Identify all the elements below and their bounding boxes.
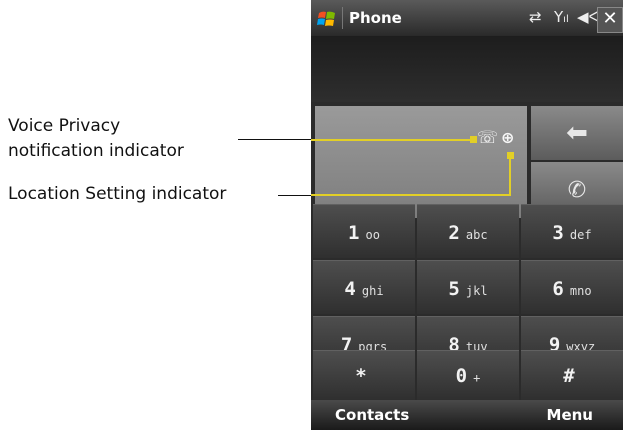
voice-privacy-callout-line1: Voice Privacy bbox=[8, 116, 121, 136]
key-6[interactable]: 6 mno bbox=[521, 260, 623, 314]
key-0[interactable]: 0 + bbox=[417, 350, 519, 400]
location-setting-leader-line bbox=[278, 195, 311, 196]
dial-display-panel bbox=[315, 106, 527, 218]
backspace-button[interactable]: ⬅ bbox=[531, 106, 623, 160]
key-3[interactable]: 3 def bbox=[521, 204, 623, 258]
app-title: Phone bbox=[349, 9, 402, 27]
location-highlight-line-horizontal bbox=[311, 194, 511, 196]
contacts-softkey[interactable]: Contacts bbox=[335, 406, 409, 424]
voice-privacy-highlight-line bbox=[311, 139, 472, 141]
key-2[interactable]: 2 abc bbox=[417, 204, 519, 258]
backspace-arrow-icon: ⬅ bbox=[566, 118, 588, 148]
key-hash[interactable]: # bbox=[521, 350, 623, 400]
key-4[interactable]: 4 ghi bbox=[313, 260, 415, 314]
voice-privacy-callout-line2: notification indicator bbox=[8, 141, 184, 161]
voice-privacy-leader-line bbox=[238, 139, 311, 140]
title-bar: Phone ⇄ Yıl ◀ᐸ ✕ bbox=[311, 0, 623, 36]
key-star[interactable]: * bbox=[313, 350, 415, 400]
location-setting-icon: ⊕ bbox=[501, 128, 515, 147]
key-5[interactable]: 5 jkl bbox=[417, 260, 519, 314]
number-display-area bbox=[311, 36, 623, 102]
title-divider bbox=[342, 7, 343, 29]
location-setting-callout: Location Setting indicator bbox=[8, 184, 227, 204]
key-1[interactable]: 1 oo bbox=[313, 204, 415, 258]
voice-privacy-highlight-dot bbox=[470, 136, 477, 143]
menu-softkey[interactable]: Menu bbox=[547, 406, 593, 424]
signal-icon[interactable]: Yıl bbox=[554, 8, 569, 26]
phone-screen: Phone ⇄ Yıl ◀ᐸ ✕ ☏ ⊕ ⬅ ✆ 1 oo 2 abc 3 def 4… bbox=[311, 0, 623, 430]
close-icon[interactable]: ✕ bbox=[597, 7, 623, 33]
softkey-bar: Contacts Menu bbox=[311, 400, 623, 430]
call-phone-icon: ✆ bbox=[567, 178, 587, 203]
windows-start-icon[interactable] bbox=[317, 9, 337, 29]
location-highlight-line-vertical bbox=[509, 156, 511, 196]
connectivity-icon[interactable]: ⇄ bbox=[529, 8, 542, 26]
location-highlight-dot bbox=[507, 152, 514, 159]
voice-privacy-icon: ☏ bbox=[477, 128, 499, 148]
